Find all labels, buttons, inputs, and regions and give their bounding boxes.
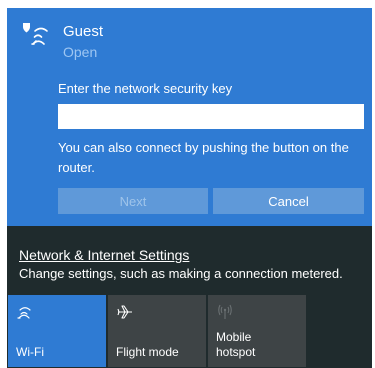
wps-hint: You can also connect by pushing the butt…	[58, 140, 349, 175]
wifi-secured-icon	[23, 23, 48, 45]
quick-action-label: Mobile hotspot	[216, 330, 256, 359]
network-status: Open	[63, 44, 98, 60]
network-settings-link[interactable]: Network & Internet Settings	[19, 247, 189, 263]
quick-action-mobile-hotspot: Mobile hotspot	[208, 295, 306, 367]
hotspot-icon	[218, 304, 232, 319]
quick-action-label: Wi-Fi	[16, 345, 44, 359]
next-button[interactable]: Next	[58, 188, 208, 214]
security-key-input[interactable]	[58, 104, 364, 129]
network-name: Guest	[63, 23, 104, 40]
selected-network-card[interactable]: Guest Open Enter the network security ke…	[7, 8, 372, 226]
airplane-icon	[117, 305, 132, 319]
network-flyout: Guest Open Enter the network security ke…	[7, 8, 372, 368]
cancel-button[interactable]: Cancel	[213, 188, 364, 214]
security-key-label: Enter the network security key	[58, 81, 233, 96]
quick-action-label: Flight mode	[116, 345, 179, 359]
wifi-icon	[17, 307, 31, 319]
network-settings-description: Change settings, such as making a connec…	[19, 266, 343, 281]
quick-action-flight-mode[interactable]: Flight mode	[108, 295, 206, 367]
quick-action-wifi[interactable]: Wi-Fi	[8, 295, 106, 367]
